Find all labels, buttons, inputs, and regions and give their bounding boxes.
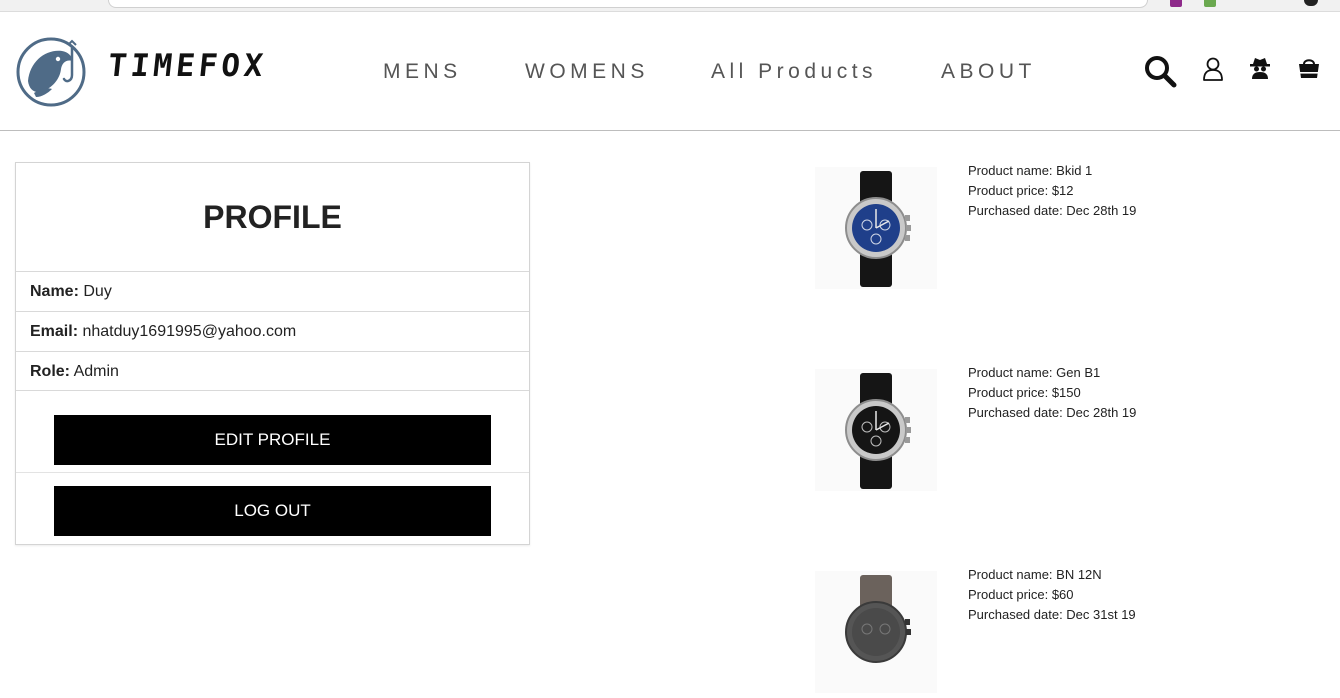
role-value: Admin: [73, 363, 119, 380]
email-label: Email:: [30, 323, 79, 340]
role-label: Role:: [30, 363, 70, 380]
profile-email-row: Email: nhatduy1691995@yahoo.com: [16, 311, 529, 351]
extension-icon[interactable]: [1170, 0, 1182, 7]
divider: [16, 472, 529, 473]
profile-role-row: Role: Admin: [16, 351, 529, 391]
watch-image[interactable]: [815, 369, 937, 491]
shopping-bag-icon[interactable]: [1297, 56, 1321, 80]
purchase-item: Product name: Gen B1 Product price: $150…: [815, 363, 1145, 493]
nav-womens[interactable]: WOMENS: [525, 60, 649, 84]
purchase-date: Purchased date: Dec 31st 19: [968, 607, 1136, 622]
fish-logo-icon[interactable]: [16, 37, 86, 107]
nav-about[interactable]: ABOUT: [941, 60, 1036, 84]
watch-image[interactable]: [815, 167, 937, 289]
address-bar[interactable]: [108, 0, 1148, 8]
purchase-details: Product name: Bkid 1 Product price: $12 …: [968, 161, 1136, 221]
name-label: Name:: [30, 283, 79, 300]
user-icon[interactable]: [1202, 56, 1224, 82]
purchase-date: Purchased date: Dec 28th 19: [968, 203, 1137, 218]
watch-image[interactable]: [815, 571, 937, 693]
brand-name[interactable]: TIMEFOX: [106, 48, 268, 84]
nav-all-products[interactable]: All Products: [711, 60, 877, 84]
search-icon[interactable]: [1143, 54, 1177, 88]
product-price: Product price: $60: [968, 587, 1074, 602]
profile-name-row: Name: Duy: [16, 271, 529, 311]
profile-card: PROFILE Name: Duy Email: nhatduy1691995@…: [15, 162, 530, 545]
purchase-details: Product name: BN 12N Product price: $60 …: [968, 565, 1136, 625]
product-price: Product price: $12: [968, 183, 1074, 198]
product-price: Product price: $150: [968, 385, 1081, 400]
extension-icon[interactable]: [1204, 0, 1216, 7]
purchase-details: Product name: Gen B1 Product price: $150…: [968, 363, 1136, 423]
browser-toolbar: [0, 0, 1340, 12]
nav-mens[interactable]: MENS: [383, 60, 462, 84]
email-value: nhatduy1691995@yahoo.com: [82, 323, 297, 340]
logout-button[interactable]: LOG OUT: [54, 486, 491, 536]
purchase-item: Product name: Bkid 1 Product price: $12 …: [815, 161, 1145, 291]
name-value: Duy: [83, 283, 112, 300]
edit-profile-button[interactable]: EDIT PROFILE: [54, 415, 491, 465]
page-title: PROFILE: [203, 199, 342, 235]
watch-dial: [852, 608, 900, 656]
spy-icon[interactable]: [1249, 56, 1271, 80]
product-name: Product name: Gen B1: [968, 365, 1101, 380]
purchase-date: Purchased date: Dec 28th 19: [968, 405, 1137, 420]
profile-avatar-icon[interactable]: [1304, 0, 1318, 6]
site-header: TIMEFOX MENS WOMENS All Products ABOUT: [0, 12, 1340, 131]
product-name: Product name: BN 12N: [968, 567, 1102, 582]
product-name: Product name: Bkid 1: [968, 163, 1093, 178]
purchase-item: Product name: BN 12N Product price: $60 …: [815, 565, 1145, 695]
